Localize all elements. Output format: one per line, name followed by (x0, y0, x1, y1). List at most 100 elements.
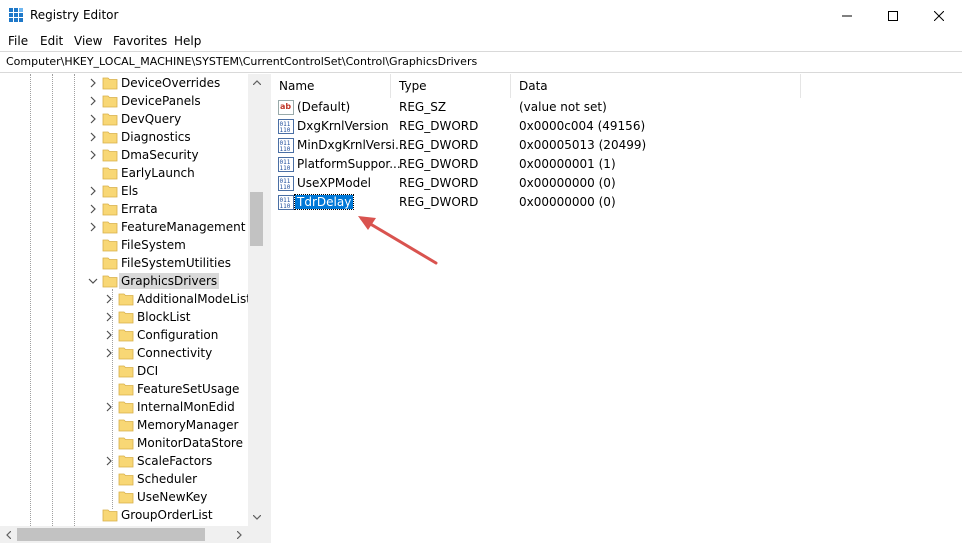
chevron-right-icon[interactable] (88, 185, 98, 197)
table-row[interactable]: 011 110 UseXPModel REG_DWORD 0x00000000 (0) (271, 174, 962, 193)
chevron-right-icon[interactable] (88, 203, 98, 215)
maximize-icon (888, 10, 898, 21)
title-bar: Registry Editor (0, 0, 962, 31)
tree-item[interactable]: FileSystemUtilities (0, 254, 248, 272)
value-name: (Default) (297, 100, 351, 114)
menu-edit[interactable]: Edit (40, 34, 63, 48)
table-row[interactable]: 011 110 PlatformSuppor... REG_DWORD 0x000000… (271, 155, 962, 174)
folder-icon (118, 437, 134, 450)
tree-item[interactable]: Els (0, 182, 248, 200)
svg-text:110: 110 (280, 127, 291, 134)
tree-item[interactable]: EarlyLaunch (0, 164, 248, 182)
value-type: REG_DWORD (399, 157, 479, 171)
menu-file[interactable]: File (8, 34, 28, 48)
scroll-right-button[interactable] (231, 526, 248, 543)
column-header-type[interactable]: Type (391, 74, 511, 98)
address-bar[interactable]: Computer\HKEY_LOCAL_MACHINE\SYSTEM\Curre… (0, 51, 962, 73)
values-list[interactable]: Name Type Data ab (Default) REG_SZ (value n… (271, 74, 962, 543)
tree-scroll-thumb[interactable] (250, 192, 263, 246)
value-data: 0x00000000 (0) (519, 195, 616, 209)
chevron-right-icon[interactable] (88, 95, 98, 107)
folder-icon (118, 491, 134, 504)
tree-item[interactable]: DCI (0, 362, 248, 380)
menu-favorites[interactable]: Favorites (113, 34, 167, 48)
tree-item[interactable]: DeviceOverrides (0, 74, 248, 92)
column-header-data[interactable]: Data (511, 74, 801, 98)
column-header-name[interactable]: Name (271, 74, 391, 98)
value-name: UseXPModel (297, 176, 371, 190)
tree-item-label: DeviceOverrides (121, 76, 221, 90)
chevron-right-icon (237, 530, 242, 539)
minimize-button[interactable] (824, 0, 870, 31)
maximize-button[interactable] (870, 0, 916, 31)
menu-view[interactable]: View (74, 34, 102, 48)
tree-item[interactable]: UseNewKey (0, 488, 248, 506)
tree-item[interactable]: ScaleFactors (0, 452, 248, 470)
chevron-right-icon[interactable] (88, 77, 98, 89)
scroll-left-button[interactable] (0, 526, 17, 543)
chevron-right-icon[interactable] (88, 113, 98, 125)
tree-hscroll-thumb[interactable] (17, 528, 205, 541)
tree-item-label: InternalMonEdid (137, 400, 235, 414)
folder-icon (102, 257, 118, 270)
binary-value-icon: 011110 (278, 138, 294, 153)
tree-item[interactable]: FeatureSetUsage (0, 380, 248, 398)
svg-text:110: 110 (280, 184, 291, 191)
tree-item[interactable]: MemoryManager (0, 416, 248, 434)
tree-item[interactable]: Scheduler (0, 470, 248, 488)
tree-item[interactable]: InternalMonEdid (0, 398, 248, 416)
chevron-right-icon[interactable] (104, 455, 114, 467)
tree-item[interactable]: Configuration (0, 326, 248, 344)
folder-icon (102, 509, 118, 522)
table-row[interactable]: 011 110 MinDxgKrnlVersi... REG_DWORD 0x00005… (271, 136, 962, 155)
tree-item-label: ScaleFactors (137, 454, 213, 468)
menu-help[interactable]: Help (174, 34, 201, 48)
scroll-down-button[interactable] (248, 509, 265, 526)
chevron-right-icon[interactable] (88, 221, 98, 233)
binary-value-icon: 011110 (278, 157, 294, 172)
tree-item[interactable]: Connectivity (0, 344, 248, 362)
tree-item[interactable]: DevicePanels (0, 92, 248, 110)
tree-item[interactable]: BlockList (0, 308, 248, 326)
svg-text:110: 110 (280, 165, 291, 172)
key-tree[interactable]: DeviceOverrides DevicePanels DevQuery Diagn… (0, 74, 265, 526)
tree-item[interactable]: AdditionalModeLists (0, 290, 257, 308)
value-data: 0x00000000 (0) (519, 176, 616, 190)
chevron-right-icon[interactable] (104, 293, 114, 305)
tree-horizontal-scrollbar[interactable] (0, 526, 265, 543)
chevron-right-icon[interactable] (88, 131, 98, 143)
folder-icon (102, 113, 118, 126)
folder-icon (102, 167, 118, 180)
tree-vertical-scrollbar[interactable] (248, 74, 265, 526)
tree-item-label: Errata (121, 202, 158, 216)
chevron-right-icon[interactable] (104, 311, 114, 323)
tree-item[interactable]: FeatureManagement (0, 218, 248, 236)
tree-item[interactable]: MonitorDataStore (0, 434, 248, 452)
tree-item[interactable]: GroupOrderList (0, 506, 248, 524)
binary-value-icon: 011110 (278, 176, 294, 191)
table-row[interactable]: ab (Default) REG_SZ (value not set) (271, 98, 962, 117)
chevron-right-icon[interactable] (104, 329, 114, 341)
annotation-arrow-icon (358, 216, 438, 265)
tree-item-label: FeatureManagement (121, 220, 246, 234)
tree-item[interactable]: DmaSecurity (0, 146, 248, 164)
close-button[interactable] (916, 0, 962, 31)
chevron-down-icon[interactable] (88, 275, 98, 287)
folder-icon (118, 473, 134, 486)
svg-text:110: 110 (280, 203, 291, 210)
tree-item[interactable]: DevQuery (0, 110, 248, 128)
tree-item[interactable]: GraphicsDrivers (0, 272, 248, 290)
scroll-up-button[interactable] (248, 74, 265, 91)
tree-item[interactable]: FileSystem (0, 236, 248, 254)
value-type: REG_DWORD (399, 138, 479, 152)
binary-value-icon: 011110 (278, 195, 294, 210)
chevron-right-icon[interactable] (104, 347, 114, 359)
tree-item[interactable]: Diagnostics (0, 128, 248, 146)
chevron-right-icon[interactable] (88, 149, 98, 161)
chevron-right-icon[interactable] (104, 401, 114, 413)
table-row[interactable]: 011 110 DxgKrnlVersion REG_DWORD 0x0000c004 … (271, 117, 962, 136)
tree-item-label: Configuration (137, 328, 219, 342)
tree-item[interactable]: Errata (0, 200, 248, 218)
folder-icon (118, 347, 134, 360)
tree-item-label: DevicePanels (121, 94, 201, 108)
